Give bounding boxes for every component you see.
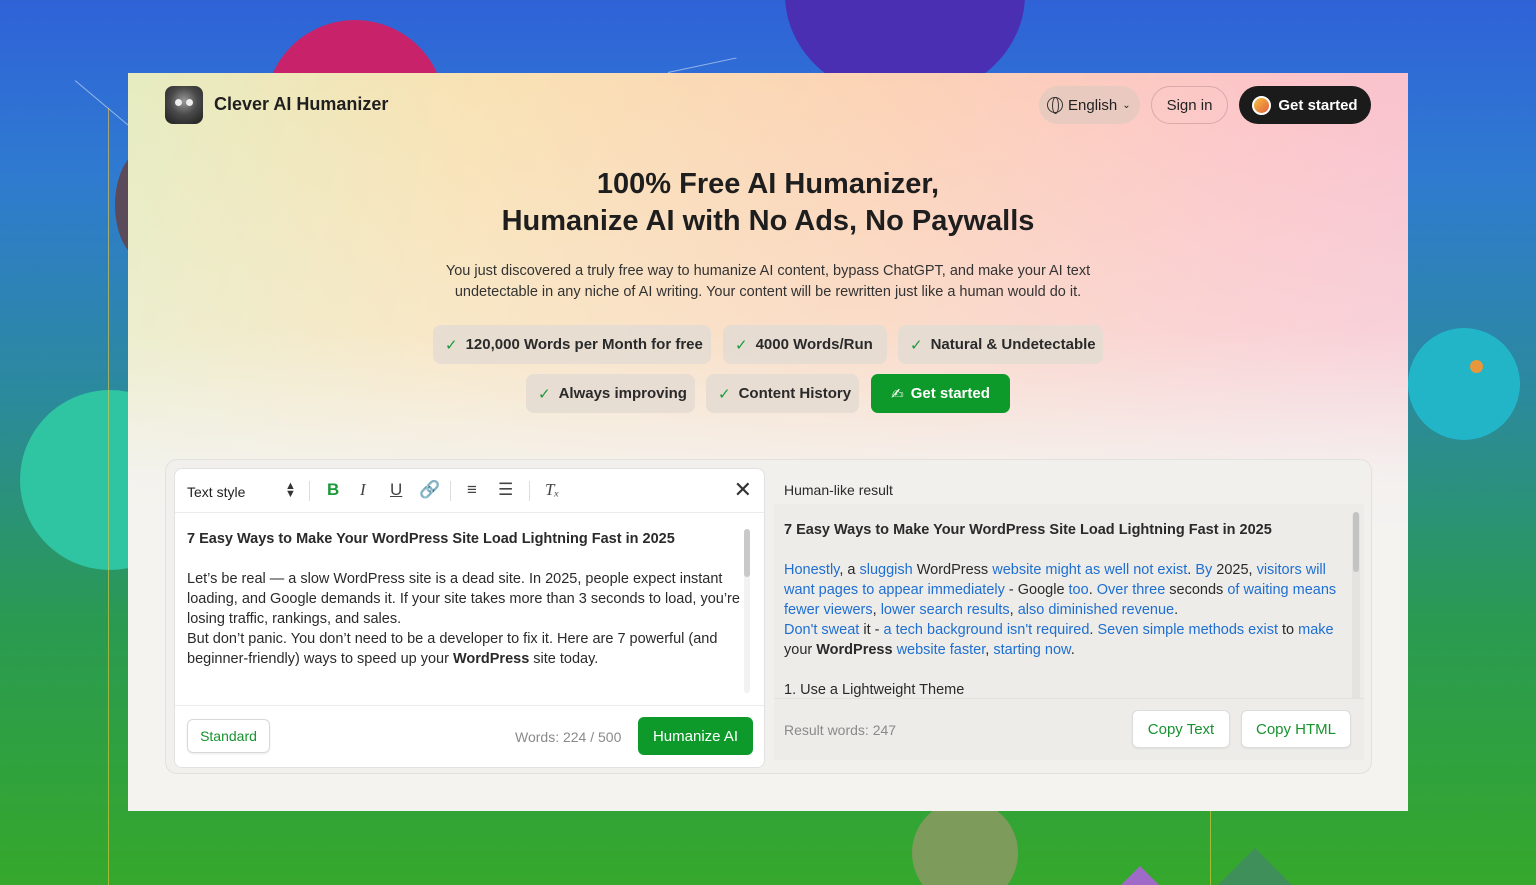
clear-format-icon[interactable]: Tₓ: [545, 480, 559, 500]
writing-hand-icon: ✍: [891, 385, 904, 403]
feature-label: 4000 Words/Run: [755, 336, 873, 353]
feature-pill: ✓ Natural & Undetectable: [898, 325, 1103, 364]
toolbar-divider: [529, 481, 530, 501]
bold-text: WordPress: [452, 651, 530, 667]
feature-label: 120,000 Words per Month for free: [465, 336, 703, 353]
background-dot: [1470, 360, 1483, 373]
background-circle: [912, 800, 1018, 885]
mode-standard-button[interactable]: Standard: [187, 719, 270, 753]
background-line: [1210, 811, 1211, 885]
background-triangle: [1210, 848, 1300, 885]
feature-pill: ✓ Always improving: [526, 374, 695, 413]
background-circle: [1408, 328, 1520, 440]
italic-icon[interactable]: I: [360, 480, 366, 500]
result-heading: 7 Easy Ways to Make Your WordPress Site …: [784, 522, 1272, 538]
result-paragraph: Don't sweat it - a tech background isn't…: [784, 622, 1334, 658]
sign-in-button[interactable]: Sign in: [1151, 86, 1228, 124]
result-footer: Result words: 247 Copy Text Copy HTML: [774, 698, 1364, 760]
features-get-started-label: Get started: [910, 385, 990, 402]
humanize-button[interactable]: Humanize AI: [638, 717, 753, 755]
result-panel: Human-like result 7 Easy Ways to Make Yo…: [774, 460, 1364, 760]
text-style-select[interactable]: Text style: [187, 484, 245, 500]
background-triangle: [1118, 866, 1162, 885]
select-arrows-icon: ▲ ▼: [285, 480, 296, 500]
brand-logo-icon[interactable]: [165, 86, 203, 124]
result-paragraph: Honestly, a sluggish WordPress website m…: [784, 562, 1337, 618]
feature-label: Always improving: [558, 385, 687, 402]
feature-pill: ✓ Content History: [706, 374, 859, 413]
editor-paragraph: Let’s be real — a slow WordPress site is…: [187, 571, 740, 627]
rocket-icon: [1252, 95, 1272, 115]
check-icon: ✓: [910, 336, 923, 354]
result-header: Human-like result: [784, 482, 893, 498]
page-title: 100% Free AI Humanizer, Humanize AI with…: [128, 166, 1408, 240]
editor-heading: 7 Easy Ways to Make Your WordPress Site …: [187, 531, 675, 547]
main-card: Clever AI Humanizer English ⌄ Sign in Ge…: [128, 73, 1408, 811]
close-icon[interactable]: ✕: [734, 477, 752, 503]
brand-name[interactable]: Clever AI Humanizer: [214, 94, 388, 115]
editor-paragraph: But don’t panic. You don’t need to be a …: [187, 629, 742, 669]
feature-label: Content History: [738, 385, 852, 402]
humanizer-tool: Text style ▲ ▼ B I U 🔗 ≡ ☰ Tₓ ✕ 7 Easy Wa…: [165, 459, 1372, 774]
subtitle-line-2: undetectable in any niche of AI writing.…: [454, 284, 1082, 300]
chevron-down-icon: ⌄: [1122, 99, 1131, 111]
background-line: [74, 80, 129, 126]
bullet-list-icon[interactable]: ☰: [498, 480, 513, 500]
language-selector[interactable]: English ⌄: [1039, 86, 1140, 124]
word-count: Words: 224 / 500: [515, 729, 622, 745]
toolbar-divider: [309, 481, 310, 501]
title-line-1: 100% Free AI Humanizer,: [596, 168, 940, 200]
editor-footer: Standard Words: 224 / 500 Humanize AI: [175, 705, 764, 767]
subtitle-line-1: You just discovered a truly free way to …: [445, 263, 1091, 279]
result-scrollbar[interactable]: [1352, 512, 1360, 702]
ordered-list-icon[interactable]: ≡: [467, 480, 477, 500]
title-line-2: Humanize AI with No Ads, No Paywalls: [501, 205, 1035, 237]
globe-icon: [1047, 97, 1063, 114]
check-icon: ✓: [445, 336, 458, 354]
input-editor[interactable]: Text style ▲ ▼ B I U 🔗 ≡ ☰ Tₓ ✕ 7 Easy Wa…: [174, 468, 765, 768]
result-content[interactable]: 7 Easy Ways to Make Your WordPress Site …: [784, 520, 1344, 700]
editor-toolbar: Text style ▲ ▼ B I U 🔗 ≡ ☰ Tₓ ✕: [175, 469, 764, 513]
check-icon: ✓: [538, 385, 551, 403]
text-span: site today.: [529, 651, 599, 667]
get-started-label: Get started: [1278, 96, 1358, 114]
background-line: [108, 108, 109, 885]
toolbar-divider: [450, 481, 451, 501]
link-icon[interactable]: 🔗: [419, 480, 440, 500]
language-label: English: [1068, 96, 1118, 114]
check-icon: ✓: [735, 336, 748, 354]
underline-icon[interactable]: U: [390, 480, 402, 500]
feature-pill: ✓ 4000 Words/Run: [723, 325, 887, 364]
features-get-started-button[interactable]: ✍ Get started: [871, 374, 1010, 413]
feature-pill: ✓ 120,000 Words per Month for free: [433, 325, 711, 364]
editor-scrollbar[interactable]: [744, 529, 750, 693]
copy-html-button[interactable]: Copy HTML: [1241, 710, 1351, 748]
feature-label: Natural & Undetectable: [930, 336, 1096, 353]
copy-text-button[interactable]: Copy Text: [1132, 710, 1230, 748]
bold-icon[interactable]: B: [327, 480, 339, 500]
result-word-count: Result words: 247: [784, 722, 897, 738]
get-started-button[interactable]: Get started: [1239, 86, 1371, 124]
editor-content[interactable]: 7 Easy Ways to Make Your WordPress Site …: [187, 529, 742, 669]
result-list-item: 1. Use a Lightweight Theme: [784, 682, 965, 698]
check-icon: ✓: [718, 385, 731, 403]
background-line: [667, 57, 737, 73]
page-subtitle: You just discovered a truly free way to …: [418, 261, 1118, 303]
